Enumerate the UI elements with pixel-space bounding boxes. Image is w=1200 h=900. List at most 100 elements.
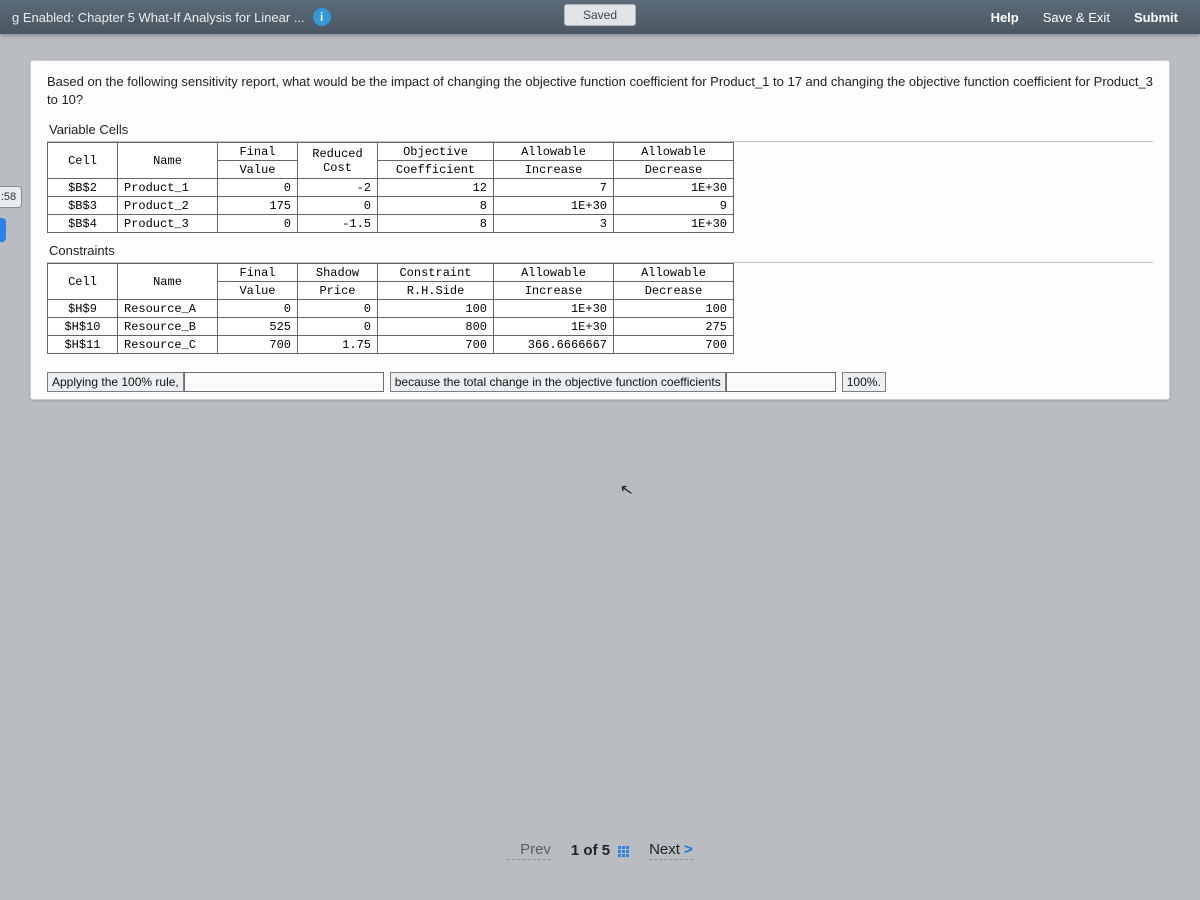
th-rhs-1: Constraint: [378, 264, 494, 282]
cell-fv: 0: [218, 179, 298, 197]
th-ainc-1: Allowable: [494, 264, 614, 282]
table-row: $H$9 Resource_A 0 0 100 1E+30 100: [48, 300, 734, 318]
question-text: Based on the following sensitivity repor…: [47, 73, 1153, 108]
cell-ad: 9: [614, 197, 734, 215]
table-row: $B$2 Product_1 0 -2 12 7 1E+30: [48, 179, 734, 197]
cell-name: Product_1: [118, 179, 218, 197]
chevron-right-icon: >: [684, 841, 693, 858]
th-adec-2: Decrease: [614, 282, 734, 300]
grid-icon[interactable]: [618, 846, 629, 857]
cell-ref: $H$10: [48, 318, 118, 336]
th-adec-1: Allowable: [614, 264, 734, 282]
cell-ad: 1E+30: [614, 179, 734, 197]
th-name: Name: [118, 143, 218, 179]
cell-name: Resource_C: [118, 336, 218, 354]
cell-name: Product_3: [118, 215, 218, 233]
th-obj-2: Coefficient: [378, 161, 494, 179]
cell-fv: 175: [218, 197, 298, 215]
next-button[interactable]: Next>: [649, 841, 693, 860]
th-final-2: Value: [218, 161, 298, 179]
cell-rc: 0: [298, 197, 378, 215]
th-reduced: Reduced Cost: [298, 143, 378, 179]
cell-ai: 3: [494, 215, 614, 233]
cell-ref: $B$2: [48, 179, 118, 197]
constraints-table: Cell Name Final Shadow Constraint Allowa…: [47, 263, 734, 354]
prev-label: Prev: [520, 841, 551, 858]
variable-cells-heading: Variable Cells: [47, 118, 1153, 142]
cell-ref: $B$3: [48, 197, 118, 215]
question-card: Based on the following sensitivity repor…: [30, 60, 1170, 400]
variable-cells-table: Cell Name Final Reduced Cost Objective A…: [47, 142, 734, 233]
th-final-2: Value: [218, 282, 298, 300]
constraints-heading: Constraints: [47, 239, 1153, 263]
cell-rhs: 800: [378, 318, 494, 336]
cell-rhs: 700: [378, 336, 494, 354]
cell-sp: 0: [298, 318, 378, 336]
cell-ad: 100: [614, 300, 734, 318]
info-icon[interactable]: i: [313, 8, 331, 26]
table-row: $B$4 Product_3 0 -1.5 8 3 1E+30: [48, 215, 734, 233]
table-row: $B$3 Product_2 175 0 8 1E+30 9: [48, 197, 734, 215]
th-shadow-1: Shadow: [298, 264, 378, 282]
cell-fv: 700: [218, 336, 298, 354]
cell-ad: 700: [614, 336, 734, 354]
question-nav: <Prev 1 of 5 Next>: [0, 841, 1200, 860]
th-final-1: Final: [218, 264, 298, 282]
cell-name: Product_2: [118, 197, 218, 215]
answer-fill-row: Applying the 100% rule, because the tota…: [47, 372, 1153, 392]
save-exit-link[interactable]: Save & Exit: [1033, 6, 1120, 29]
th-final-1: Final: [218, 143, 298, 161]
answer-dropdown-2[interactable]: [726, 372, 836, 392]
th-rhs-2: R.H.Side: [378, 282, 494, 300]
cell-fv: 0: [218, 300, 298, 318]
chevron-left-icon: <: [507, 841, 516, 858]
answer-dropdown-1[interactable]: [184, 372, 384, 392]
top-bar-actions: Help Save & Exit Submit: [981, 6, 1188, 29]
fill-tail-label: 100%.: [842, 372, 886, 392]
cell-sp: 0: [298, 300, 378, 318]
th-ainc-2: Increase: [494, 161, 614, 179]
cell-ai: 7: [494, 179, 614, 197]
help-link[interactable]: Help: [981, 6, 1029, 29]
th-cell: Cell: [48, 143, 118, 179]
cell-fv: 525: [218, 318, 298, 336]
th-shadow-2: Price: [298, 282, 378, 300]
cell-name: Resource_A: [118, 300, 218, 318]
fill-mid-label: because the total change in the objectiv…: [390, 372, 726, 392]
prev-button[interactable]: <Prev: [507, 841, 551, 860]
cell-ref: $B$4: [48, 215, 118, 233]
th-name: Name: [118, 264, 218, 300]
cell-sp: 1.75: [298, 336, 378, 354]
cell-fv: 0: [218, 215, 298, 233]
side-tab[interactable]: [0, 218, 6, 242]
cell-name: Resource_B: [118, 318, 218, 336]
count-text: 1 of 5: [571, 842, 610, 859]
timer-badge: :58: [0, 186, 22, 208]
table-row: $H$10 Resource_B 525 0 800 1E+30 275: [48, 318, 734, 336]
cell-oc: 12: [378, 179, 494, 197]
top-bar: g Enabled: Chapter 5 What-If Analysis fo…: [0, 0, 1200, 34]
cell-oc: 8: [378, 215, 494, 233]
cell-rc: -1.5: [298, 215, 378, 233]
cell-ai: 366.6666667: [494, 336, 614, 354]
question-counter: 1 of 5: [571, 842, 629, 859]
cell-oc: 8: [378, 197, 494, 215]
cell-ref: $H$11: [48, 336, 118, 354]
cell-ad: 275: [614, 318, 734, 336]
saved-status-pill: Saved: [564, 4, 636, 26]
table-row: $H$11 Resource_C 700 1.75 700 366.666666…: [48, 336, 734, 354]
cell-ref: $H$9: [48, 300, 118, 318]
submit-button[interactable]: Submit: [1124, 6, 1188, 29]
cell-ad: 1E+30: [614, 215, 734, 233]
th-adec-2: Decrease: [614, 161, 734, 179]
cell-rhs: 100: [378, 300, 494, 318]
assignment-title: g Enabled: Chapter 5 What-If Analysis fo…: [12, 10, 305, 25]
cell-rc: -2: [298, 179, 378, 197]
cell-ai: 1E+30: [494, 300, 614, 318]
cell-ai: 1E+30: [494, 197, 614, 215]
fill-lead-label: Applying the 100% rule,: [47, 372, 184, 392]
th-ainc-2: Increase: [494, 282, 614, 300]
cell-ai: 1E+30: [494, 318, 614, 336]
cursor-icon: ↖: [618, 479, 635, 501]
next-label: Next: [649, 841, 680, 858]
